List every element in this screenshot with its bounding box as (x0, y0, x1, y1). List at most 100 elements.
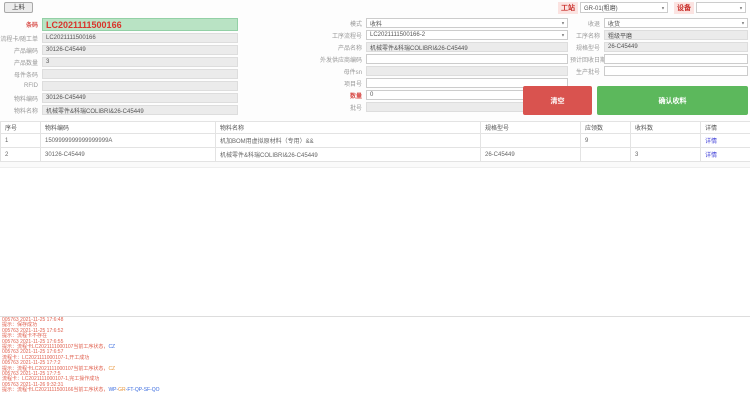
chevron-down-icon: ▼ (739, 5, 743, 10)
column-header: 物料名称 (216, 122, 481, 134)
device-select[interactable]: ▼ (696, 2, 746, 13)
field-right-2: 规格型号 26-C45449 (570, 42, 750, 52)
field-input (366, 66, 568, 76)
field-select[interactable]: 收料 ▼ (366, 18, 568, 28)
field-label: 物料名称 (0, 106, 42, 115)
field-value: 26-C45449 (608, 44, 638, 50)
field-middle-0: 模式收料 ▼ (240, 18, 570, 28)
field-input[interactable] (604, 66, 748, 76)
form-column-left: 条码LC2021111500166流程卡/随工单LC2021111500166产… (0, 18, 240, 117)
field-label: 预计回收日期 (570, 55, 604, 64)
material-table: 序号物料编码物料名称规格型号应领数收料数详情 11509999999999999… (0, 121, 750, 162)
field-label: 母件条码 (0, 70, 42, 79)
station-select[interactable]: GR-01(粗磨) ▼ (580, 2, 668, 13)
table-row: 11509999999999999999A机加BOM用虚拟原材料（专用）&&9详… (1, 134, 750, 148)
field-value: 30126-C45449 (46, 95, 86, 101)
table-cell: 机加BOM用虚拟原材料（专用）&& (216, 134, 481, 148)
field-label: 外发供应商编码 (240, 55, 366, 64)
field-value: LC2021111500166-2 (370, 32, 425, 38)
barcode-input[interactable]: LC2021111500166 (42, 18, 238, 31)
field-middle-7: 批号 (240, 102, 570, 112)
header-bar: 上料 工站 GR-01(粗磨) ▼ 设备 ▼ (0, 0, 750, 15)
form-column-middle: 模式收料 ▼ 工序流程号 LC2021111500166-2 ▼ 产品名称机械零件&科瑞C… (240, 18, 570, 117)
field-right-1: 工序名称粗级平磨 (570, 30, 750, 40)
station-label: 工站 (558, 2, 578, 14)
detail-link[interactable]: 详情 (705, 153, 717, 159)
table-cell: 26-C45449 (481, 148, 581, 162)
top-panel: 上料 工站 GR-01(粗磨) ▼ 设备 ▼ 条码LC2021111500166… (0, 0, 750, 121)
field-label: 模式 (240, 19, 366, 28)
field-input[interactable] (604, 54, 748, 64)
log-status-code: GR (118, 387, 126, 393)
field-input: LC2021111500166 (42, 33, 238, 43)
field-input (42, 69, 238, 79)
chevron-down-icon: ▼ (561, 33, 565, 38)
table-header-row: 序号物料编码物料名称规格型号应领数收料数详情 (1, 122, 750, 134)
field-label: 工序名称 (570, 31, 604, 40)
column-header: 详情 (701, 122, 750, 134)
table-cell (481, 134, 581, 148)
field-input: 3 (42, 57, 238, 67)
field-value: 收料 (370, 19, 382, 28)
chevron-down-icon: ▼ (561, 21, 565, 26)
field-label: 生产批号 (570, 67, 604, 76)
field-value: LC2021111500166 (46, 20, 122, 30)
field-label: 规格型号 (570, 43, 604, 52)
field-select[interactable]: LC2021111500166-2 ▼ (366, 30, 568, 40)
table-cell: 3 (631, 148, 701, 162)
field-select[interactable]: 收货 ▼ (604, 18, 748, 28)
clear-button[interactable]: 清空 (523, 86, 592, 115)
log-status-code: CZ (108, 366, 115, 372)
field-label: 母件sn (240, 67, 366, 76)
field-label: 物料编码 (0, 94, 42, 103)
field-input: 26-C45449 (604, 42, 748, 52)
field-right-4: 生产批号 (570, 66, 750, 76)
table-body: 11509999999999999999A机加BOM用虚拟原材料（专用）&&9详… (1, 134, 750, 162)
field-value: 3 (46, 59, 49, 65)
field-label: 条码 (0, 20, 42, 29)
field-label: 产品名称 (240, 43, 366, 52)
field-value: 收货 (608, 19, 620, 28)
field-value: 30126-C45449 (46, 47, 86, 53)
column-header: 物料编码 (41, 122, 216, 134)
log-status-code: CZ (108, 344, 115, 350)
field-input: 机械零件&科瑞COLIBRI&26-C45449 (42, 105, 238, 115)
table-cell: 2 (1, 148, 41, 162)
field-middle-3: 外发供应商编码 (240, 54, 570, 64)
field-middle-4: 母件sn (240, 66, 570, 76)
field-left-1: 流程卡/随工单LC2021111500166 (0, 33, 240, 43)
field-middle-2: 产品名称机械零件&科瑞COLIBRI&26-C45449 (240, 42, 570, 52)
chevron-down-icon: ▼ (741, 21, 745, 26)
field-input: 粗级平磨 (604, 30, 748, 40)
log-line: 提示：流程卡LC2021111500166当前工序状态，WP-GR-FT-QP-… (2, 388, 748, 393)
field-left-3: 产品数量3 (0, 57, 240, 67)
station-value: GR-01(粗磨) (584, 3, 618, 12)
table-cell (581, 148, 631, 162)
field-value: 机械零件&科瑞COLIBRI&26-C45449 (46, 106, 144, 115)
field-label: 数量 (240, 91, 366, 100)
field-value: 0 (370, 92, 373, 98)
field-middle-1: 工序流程号 LC2021111500166-2 ▼ (240, 30, 570, 40)
field-middle-6: 数量 0 (240, 90, 570, 100)
field-input: 30126-C45449 (42, 45, 238, 55)
log-area: 005763 2021-11-25 17:6:48提示：保存成功005763 2… (0, 316, 750, 393)
table-cell: 1 (1, 134, 41, 148)
confirm-receive-button[interactable]: 确认收料 (597, 86, 748, 115)
field-left-7: 物料名称机械零件&科瑞COLIBRI&26-C45449 (0, 105, 240, 115)
field-right-0: 收退收货 ▼ (570, 18, 750, 28)
field-left-2: 产品编码30126-C45449 (0, 45, 240, 55)
field-input[interactable] (366, 54, 568, 64)
table-row: 230126-C45449机械零件&科瑞COLIBRI&26-C4544926-… (1, 148, 750, 162)
empty-area (0, 168, 750, 316)
table-cell: 机械零件&科瑞COLIBRI&26-C45449 (216, 148, 481, 162)
field-value: 机械零件&科瑞COLIBRI&26-C45449 (370, 43, 468, 52)
field-label: 收退 (570, 19, 604, 28)
log-status-code: -FT-QP-SF-QO (126, 387, 160, 393)
field-label: 工序流程号 (240, 31, 366, 40)
column-header: 规格型号 (481, 122, 581, 134)
device-label: 设备 (674, 2, 694, 14)
detail-link[interactable]: 详情 (705, 139, 717, 145)
field-left-4: 母件条码 (0, 69, 240, 79)
upload-material-button[interactable]: 上料 (4, 2, 33, 13)
field-input: 30126-C45449 (42, 93, 238, 103)
